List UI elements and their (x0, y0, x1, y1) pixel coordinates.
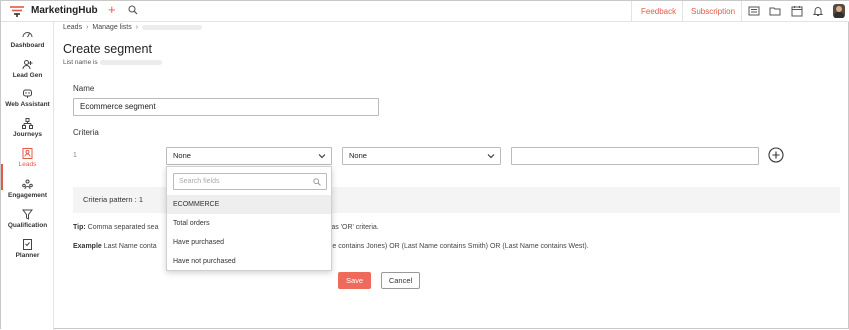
dropdown-option-have-not-purchased[interactable]: Have not purchased (167, 252, 331, 271)
redacted-text (99, 59, 162, 65)
page-title: Create segment (63, 42, 152, 56)
breadcrumb: Leads › Manage lists › (63, 24, 203, 31)
criteria-value-input[interactable] (511, 147, 759, 165)
qualification-icon (22, 209, 33, 220)
bell-icon[interactable] (812, 5, 824, 17)
app-title: MarketingHub (31, 5, 98, 16)
journeys-icon (22, 118, 33, 129)
chevron-down-icon (487, 154, 495, 159)
breadcrumb-item-manage-lists[interactable]: Manage lists (92, 24, 131, 31)
sidebar: Dashboard Lead Gen Web Assistant Journey… (1, 22, 54, 330)
engagement-icon (22, 179, 33, 190)
sidebar-item-label: Journeys (13, 131, 42, 138)
calendar-icon[interactable] (791, 5, 803, 17)
list-name-label: List name is (63, 59, 98, 66)
search-icon[interactable] (128, 5, 138, 15)
criteria-pattern: Criteria pattern : 1 (83, 195, 144, 204)
divider (631, 1, 632, 22)
sidebar-item-label: Leads (18, 161, 37, 168)
chevron-down-icon (318, 154, 326, 159)
top-bar: MarketingHub + Feedback Subscription (1, 1, 849, 22)
tip-body-end: d as 'OR' criteria. (325, 224, 379, 231)
app-window: MarketingHub + Feedback Subscription Das… (0, 0, 849, 330)
sidebar-item-leads[interactable]: Leads (1, 148, 54, 176)
field-select[interactable]: None (166, 147, 332, 165)
field-select-value: None (173, 151, 191, 160)
example-body-end: ame contains Jones) OR (Last Name contai… (322, 243, 589, 250)
sidebar-item-journeys[interactable]: Journeys (1, 118, 54, 146)
cancel-button[interactable]: Cancel (381, 272, 420, 289)
divider (682, 1, 683, 22)
sidebar-item-label: Qualification (7, 222, 48, 229)
divider (741, 1, 742, 22)
sidebar-item-lead-gen[interactable]: Lead Gen (1, 59, 54, 87)
feedback-link[interactable]: Feedback (641, 7, 676, 16)
sidebar-item-label: Engagement (7, 192, 47, 199)
field-search-placeholder: Search fields (179, 178, 220, 185)
save-button[interactable]: Save (338, 272, 371, 289)
folder-icon[interactable] (769, 5, 781, 17)
dashboard-icon (22, 32, 33, 38)
list-icon[interactable] (748, 5, 760, 17)
criteria-label: Criteria (73, 128, 99, 137)
criteria-row-number: 1 (73, 152, 77, 159)
leads-icon (22, 148, 33, 159)
name-label: Name (73, 84, 95, 93)
tip-body: Comma separated sea (87, 224, 159, 231)
sidebar-item-planner[interactable]: Planner (1, 239, 54, 267)
sidebar-item-label: Planner (15, 252, 40, 259)
plus-icon[interactable]: + (108, 3, 116, 17)
example-body: Last Name conta (103, 243, 157, 250)
sidebar-item-qualification[interactable]: Qualification (1, 209, 54, 237)
web-assistant-icon (23, 89, 32, 98)
breadcrumb-separator: › (86, 24, 89, 31)
lead-gen-icon (22, 60, 33, 70)
dropdown-option-total-orders[interactable]: Total orders (167, 214, 331, 233)
field-dropdown: Search fields ECOMMERCE Total orders Hav… (166, 166, 332, 271)
add-criteria-icon[interactable] (768, 147, 784, 163)
sidebar-item-dashboard[interactable]: Dashboard (1, 29, 54, 57)
planner-icon (23, 239, 32, 250)
sidebar-item-web-assistant[interactable]: Web Assistant (1, 88, 54, 116)
field-search-input[interactable]: Search fields (173, 173, 327, 190)
operator-select-value: None (349, 151, 367, 160)
avatar-body (834, 12, 844, 18)
operator-select[interactable]: None (342, 147, 501, 165)
tip-label: Tip: (73, 224, 86, 231)
example-label: Example (73, 243, 102, 250)
avatar[interactable] (833, 4, 845, 18)
dropdown-option-have-purchased[interactable]: Have purchased (167, 233, 331, 252)
search-icon (313, 178, 321, 186)
sidebar-item-label: Dashboard (10, 42, 45, 49)
segment-name-input[interactable]: Ecommerce segment (73, 98, 379, 116)
list-name: List name is (63, 59, 162, 66)
redacted-text (142, 24, 203, 30)
sidebar-item-label: Lead Gen (12, 72, 43, 79)
sidebar-item-label: Web Assistant (5, 101, 50, 108)
dropdown-option-ecommerce[interactable]: ECOMMERCE (167, 195, 331, 214)
sidebar-item-engagement[interactable]: Engagement (1, 179, 54, 207)
breadcrumb-item-leads[interactable]: Leads (63, 24, 82, 31)
marketinghub-logo-icon[interactable] (9, 4, 25, 18)
subscription-link[interactable]: Subscription (691, 7, 735, 16)
breadcrumb-separator: › (135, 24, 139, 31)
